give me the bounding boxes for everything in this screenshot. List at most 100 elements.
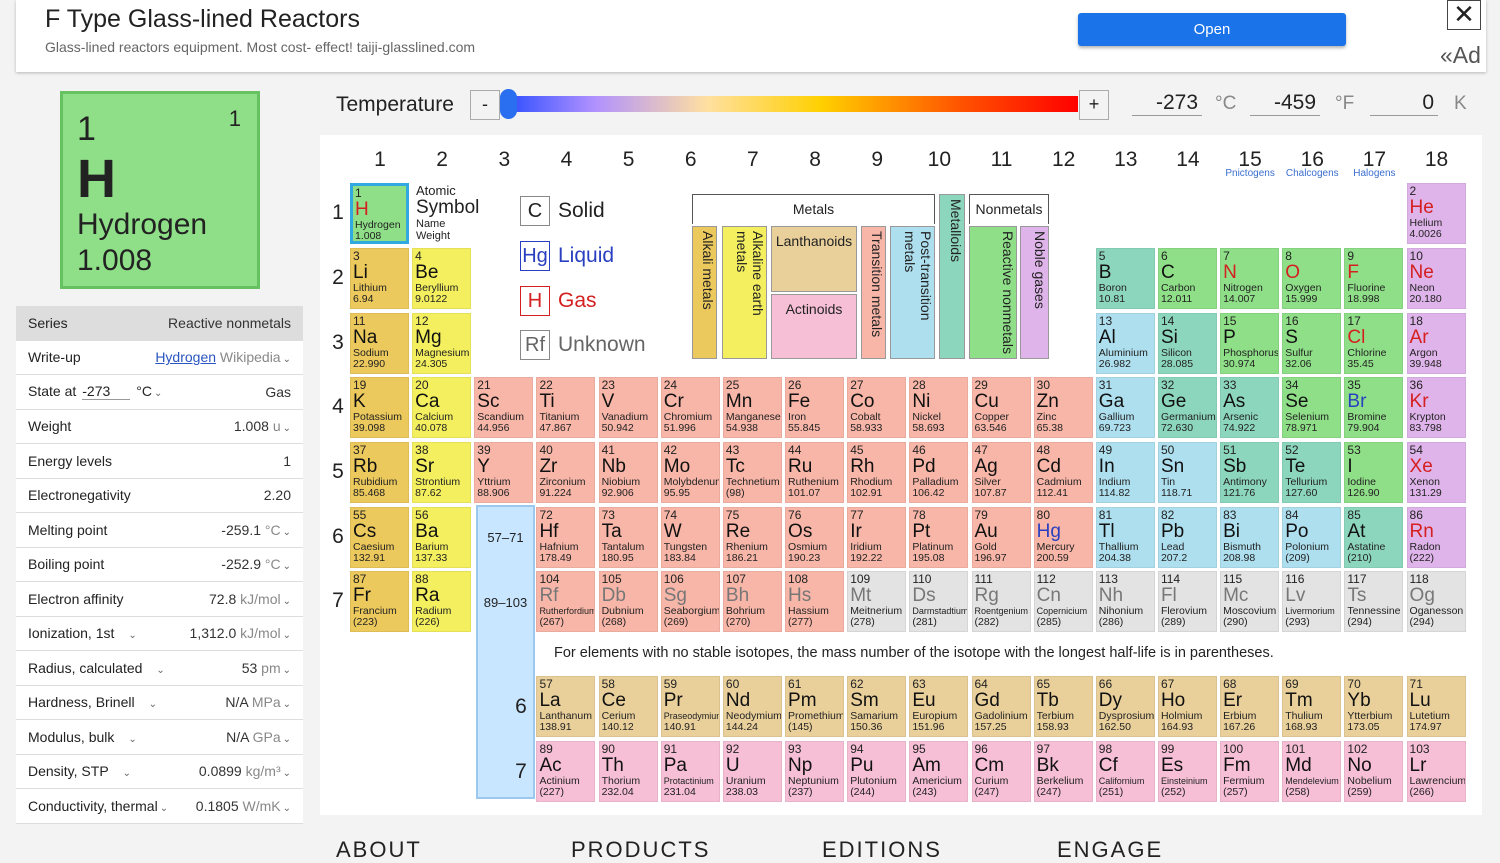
chevron-down-icon[interactable]: ⌄: [283, 768, 291, 779]
group-header-2[interactable]: 2: [412, 148, 472, 172]
group-header-4[interactable]: 4: [536, 148, 596, 172]
chevron-down-icon[interactable]: ⌄: [160, 803, 168, 814]
element-cell[interactable]: 23 V Vanadium 50.942: [598, 377, 658, 438]
element-cell[interactable]: 43 Tc Technetium (98): [722, 442, 782, 503]
ad-subtitle[interactable]: Glass-lined reactors equipment. Most cos…: [45, 39, 475, 55]
element-cell[interactable]: 51 Sb Antimony 121.76: [1220, 442, 1280, 503]
temperature-minus-button[interactable]: -: [470, 90, 500, 120]
element-cell[interactable]: 74 W Tungsten 183.84: [660, 507, 720, 568]
element-cell[interactable]: 96 Cm Curium (247): [971, 741, 1031, 802]
element-cell[interactable]: 19 K Potassium 39.098: [350, 377, 409, 438]
element-cell[interactable]: 49 In Indium 114.82: [1095, 442, 1155, 503]
group-name-16[interactable]: Chalcogens: [1282, 168, 1342, 179]
element-cell[interactable]: 31 Ga Gallium 69.723: [1095, 377, 1155, 438]
element-cell[interactable]: 21 Sc Scandium 44.956: [474, 377, 534, 438]
element-cell[interactable]: 112 Cn Copernicium (285): [1033, 571, 1093, 632]
element-cell[interactable]: 82 Pb Lead 207.2: [1157, 507, 1217, 568]
chevron-down-icon[interactable]: ⌄: [128, 734, 136, 745]
element-cell[interactable]: 84 Po Polonium (209): [1282, 507, 1342, 568]
element-cell[interactable]: 63 Eu Europium 151.96: [909, 676, 969, 737]
chevron-down-icon[interactable]: ⌄: [283, 803, 291, 814]
element-cell[interactable]: 7 N Nitrogen 14.007: [1220, 248, 1280, 309]
legend-alkaline[interactable]: Alkaline earth metals: [722, 226, 767, 359]
element-cell[interactable]: 113 Nh Nihonium (286): [1095, 571, 1155, 632]
element-cell[interactable]: 52 Te Tellurium 127.60: [1282, 442, 1342, 503]
legend-alkali[interactable]: Alkali metals: [692, 226, 717, 359]
prop-unit[interactable]: W/mK: [243, 798, 281, 814]
group-header-7[interactable]: 7: [723, 148, 783, 172]
group-header-14[interactable]: 14: [1158, 148, 1218, 172]
element-cell[interactable]: 70 Yb Ytterbium 173.05: [1344, 676, 1404, 737]
legend-actinoids[interactable]: Actinoids: [771, 294, 857, 359]
element-cell[interactable]: 44 Ru Ruthenium 101.07: [785, 442, 845, 503]
element-cell[interactable]: 20 Ca Calcium 40.078: [412, 377, 472, 438]
group-header-3[interactable]: 3: [474, 148, 534, 172]
element-cell[interactable]: 100 Fm Fermium (257): [1220, 741, 1280, 802]
chevron-down-icon[interactable]: ⌄: [128, 630, 136, 641]
state-unit-select[interactable]: °C: [136, 383, 152, 399]
element-cell[interactable]: 32 Ge Germanium 72.630: [1157, 377, 1217, 438]
element-cell[interactable]: 97 Bk Berkelium (247): [1033, 741, 1093, 802]
element-cell[interactable]: 55 Cs Caesium 132.91: [350, 507, 409, 568]
element-cell[interactable]: 48 Cd Cadmium 112.41: [1033, 442, 1093, 503]
element-cell[interactable]: 90 Th Thorium 232.04: [598, 741, 658, 802]
element-cell[interactable]: 80 Hg Mercury 200.59: [1033, 507, 1093, 568]
ionization-select[interactable]: Ionization, 1st: [28, 625, 114, 641]
element-cell[interactable]: 78 Pt Platinum 195.08: [909, 507, 969, 568]
element-cell[interactable]: 56 Ba Barium 137.33: [412, 507, 472, 568]
element-cell[interactable]: 67 Ho Holmium 164.93: [1157, 676, 1217, 737]
element-cell[interactable]: 18 Ar Argon 39.948: [1406, 313, 1466, 374]
group-header-13[interactable]: 13: [1096, 148, 1156, 172]
prop-unit[interactable]: GPa: [253, 729, 281, 745]
element-cell[interactable]: 83 Bi Bismuth 208.98: [1220, 507, 1280, 568]
element-cell[interactable]: 39 Y Yttrium 88.906: [474, 442, 534, 503]
element-cell[interactable]: 9 F Fluorine 18.998: [1344, 248, 1404, 309]
group-header-12[interactable]: 12: [1034, 148, 1094, 172]
element-cell[interactable]: 87 Fr Francium (223): [350, 571, 409, 632]
element-cell[interactable]: 37 Rb Rubidium 85.468: [350, 442, 409, 503]
element-cell[interactable]: 115 Mc Moscovium (290): [1220, 571, 1280, 632]
close-icon[interactable]: ✕: [1447, 0, 1481, 30]
element-cell[interactable]: 73 Ta Tantalum 180.95: [598, 507, 658, 568]
element-cell[interactable]: 110 Ds Darmstadtium (281): [909, 571, 969, 632]
element-cell[interactable]: 95 Am Americium (243): [909, 741, 969, 802]
chevron-down-icon[interactable]: ⌄: [154, 388, 162, 399]
element-cell[interactable]: 11 Na Sodium 22.990: [350, 313, 409, 374]
element-cell[interactable]: 16 S Sulfur 32.06: [1282, 313, 1342, 374]
writeup-link[interactable]: Hydrogen: [155, 349, 216, 365]
element-cell[interactable]: 118 Og Oganesson (294): [1406, 571, 1466, 632]
element-cell[interactable]: 34 Se Selenium 78.971: [1282, 377, 1342, 438]
chevron-down-icon[interactable]: ⌄: [283, 354, 291, 365]
element-cell[interactable]: 106 Sg Seaborgium (269): [660, 571, 720, 632]
element-cell[interactable]: 3 Li Lithium 6.94: [350, 248, 409, 309]
element-cell[interactable]: 92 U Uranium 238.03: [722, 741, 782, 802]
element-cell[interactable]: 24 Cr Chromium 51.996: [660, 377, 720, 438]
temperature-slider-thumb[interactable]: [500, 89, 517, 119]
footer-products[interactable]: PRODUCTS: [571, 837, 710, 863]
element-cell[interactable]: 54 Xe Xenon 131.29: [1406, 442, 1466, 503]
prop-unit[interactable]: u: [273, 418, 281, 434]
element-cell[interactable]: 103 Lr Lawrencium (266): [1406, 741, 1466, 802]
element-cell[interactable]: 42 Mo Molybdenum 95.95: [660, 442, 720, 503]
element-cell[interactable]: 93 Np Neptunium (237): [785, 741, 845, 802]
element-cell[interactable]: 109 Mt Meitnerium (278): [847, 571, 907, 632]
group-header-11[interactable]: 11: [972, 148, 1032, 172]
element-cell[interactable]: 50 Sn Tin 118.71: [1157, 442, 1217, 503]
legend-metalloids[interactable]: Metalloids: [939, 194, 965, 359]
element-cell[interactable]: 13 Al Aluminium 26.982: [1095, 313, 1155, 374]
element-cell[interactable]: 105 Db Dubnium (268): [598, 571, 658, 632]
element-cell[interactable]: 59 Pr Praseodymium 140.91: [660, 676, 720, 737]
prop-unit[interactable]: kJ/mol: [240, 591, 280, 607]
element-cell[interactable]: 22 Ti Titanium 47.867: [536, 377, 596, 438]
chevron-down-icon[interactable]: ⌄: [283, 596, 291, 607]
element-cell[interactable]: 77 Ir Iridium 192.22: [847, 507, 907, 568]
celsius-input[interactable]: -273: [1132, 91, 1202, 116]
chevron-down-icon[interactable]: ⌄: [283, 630, 291, 641]
element-cell[interactable]: 45 Rh Rhodium 102.91: [847, 442, 907, 503]
chevron-down-icon[interactable]: ⌄: [283, 527, 291, 538]
fahrenheit-input[interactable]: -459: [1250, 91, 1320, 116]
chevron-down-icon[interactable]: ⌄: [283, 734, 291, 745]
element-cell[interactable]: 29 Cu Copper 63.546: [971, 377, 1031, 438]
temperature-plus-button[interactable]: +: [1079, 90, 1109, 120]
density-select[interactable]: Density, STP: [28, 763, 109, 779]
